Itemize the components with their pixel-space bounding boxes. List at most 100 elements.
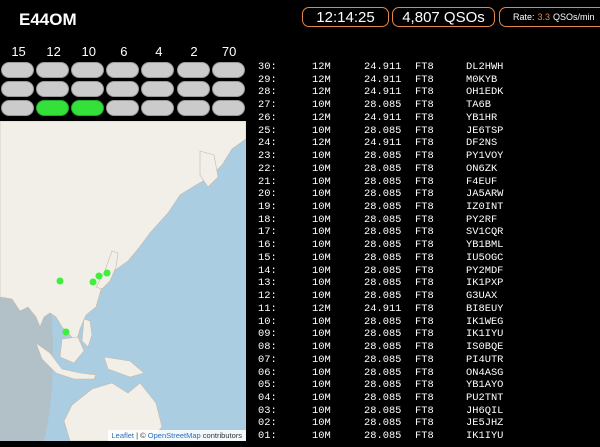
band-indicator: [141, 100, 175, 116]
qso-frequency: 28.085: [364, 404, 402, 417]
band-indicator: [36, 62, 70, 78]
qso-number: 13:: [258, 277, 277, 290]
qso-frequency: 28.085: [364, 239, 402, 252]
qso-band: 10M: [312, 264, 331, 277]
qso-band: 10M: [312, 277, 331, 290]
qso-band: 12M: [312, 86, 331, 99]
new-guinea-landmass: [103, 356, 145, 378]
qso-band: 10M: [312, 213, 331, 226]
qso-band: 10M: [312, 175, 331, 188]
band-indicator: [106, 100, 140, 116]
qso-band: 10M: [312, 379, 331, 392]
qso-number: 03:: [258, 404, 277, 417]
qso-frequency: 24.911: [364, 61, 402, 73]
qso-number: 08:: [258, 341, 277, 354]
callsign-title: E44OM: [19, 10, 77, 29]
qso-band: 10M: [312, 328, 331, 341]
qso-number: 06:: [258, 366, 277, 379]
qso-number: 10:: [258, 315, 277, 328]
spot-marker: [103, 269, 111, 277]
qso-number: 21:: [258, 175, 277, 188]
qso-mode: FT8: [415, 264, 434, 277]
map-canvas[interactable]: [0, 121, 246, 441]
qso-band: 10M: [312, 315, 331, 328]
qso-number: 18:: [258, 213, 277, 226]
qso-frequency: 28.085: [364, 290, 402, 303]
qso-mode: FT8: [415, 379, 434, 392]
qso-frequency: 28.085: [364, 251, 402, 264]
qso-band: 10M: [312, 366, 331, 379]
band-indicator-active: [71, 100, 105, 116]
qso-callsign: PU2TNT: [466, 391, 504, 404]
qso-number: 07:: [258, 353, 277, 366]
qso-band: 10M: [312, 239, 331, 252]
qso-frequency: 28.085: [364, 379, 402, 392]
qso-band: 12M: [312, 302, 331, 315]
qso-callsign: IZ0INT: [466, 201, 504, 214]
qso-mode: FT8: [415, 430, 434, 443]
band-indicator: [106, 81, 140, 97]
qso-callsign: ON6ZK: [466, 162, 498, 175]
qso-frequency: 28.085: [364, 99, 402, 112]
band-indicator: [176, 100, 210, 116]
qso-number: 12:: [258, 290, 277, 303]
qso-callsign: IU5OGC: [466, 251, 504, 264]
qso-counter: 4,807 QSOs: [392, 7, 495, 27]
qso-frequency: 28.085: [364, 150, 402, 163]
qso-mode: FT8: [415, 124, 434, 137]
qso-frequency: 28.085: [364, 353, 402, 366]
band-label: 2: [190, 44, 198, 59]
qso-band: 10M: [312, 226, 331, 239]
qso-number: 16:: [258, 239, 277, 252]
band-indicator: [1, 81, 34, 97]
qso-callsign: IS0BQE: [466, 341, 504, 354]
qso-frequency: 28.085: [364, 341, 402, 354]
qso-number: 22:: [258, 162, 277, 175]
qso-band: 10M: [312, 124, 331, 137]
qso-mode: FT8: [415, 341, 434, 354]
qso-mode: FT8: [415, 137, 434, 150]
spot-map[interactable]: Leaflet | © OpenStreetMap contributors: [0, 121, 246, 441]
spot-marker: [56, 277, 64, 285]
qso-frequency: 28.085: [364, 264, 402, 277]
qso-number: 04:: [258, 391, 277, 404]
qso-band: 10M: [312, 162, 331, 175]
qso-band: 10M: [312, 391, 331, 404]
qso-mode: FT8: [415, 175, 434, 188]
qso-mode: FT8: [415, 391, 434, 404]
qso-band: 12M: [312, 61, 331, 73]
qso-callsign: IK1IYU: [466, 328, 504, 341]
qso-number: 17:: [258, 226, 277, 239]
borneo-landmass: [59, 336, 85, 364]
qso-frequency: 24.911: [364, 86, 402, 99]
leaflet-link[interactable]: Leaflet: [112, 431, 135, 440]
band-indicator: [176, 62, 210, 78]
qso-band: 10M: [312, 150, 331, 163]
spot-marker: [95, 272, 103, 280]
utc-clock: 12:14:25: [302, 7, 389, 27]
qso-frequency: 28.085: [364, 226, 402, 239]
qso-callsign: JE5JHZ: [466, 417, 504, 430]
qso-callsign: DF2NS: [466, 137, 498, 150]
band-label: 70: [221, 44, 237, 59]
qso-mode: FT8: [415, 162, 434, 175]
qso-band: 10M: [312, 290, 331, 303]
qso-band: 10M: [312, 188, 331, 201]
qso-callsign: JA5ARW: [466, 188, 504, 201]
qso-frequency: 28.085: [364, 188, 402, 201]
osm-link[interactable]: OpenStreetMap: [148, 431, 201, 440]
qso-mode: FT8: [415, 277, 434, 290]
qso-callsign: M0KYB: [466, 73, 498, 86]
qso-number: 15:: [258, 251, 277, 264]
qso-callsign: SV1CQR: [466, 226, 504, 239]
qso-callsign: JH6QIL: [466, 404, 504, 417]
qso-frequency: 24.911: [364, 302, 402, 315]
qso-mode: FT8: [415, 290, 434, 303]
qso-mode: FT8: [415, 86, 434, 99]
qso-mode: FT8: [415, 315, 434, 328]
qso-mode: FT8: [415, 239, 434, 252]
qso-band: 10M: [312, 353, 331, 366]
qso-frequency: 28.085: [364, 417, 402, 430]
qso-band: 10M: [312, 341, 331, 354]
qso-callsign: PY1VOY: [466, 150, 504, 163]
